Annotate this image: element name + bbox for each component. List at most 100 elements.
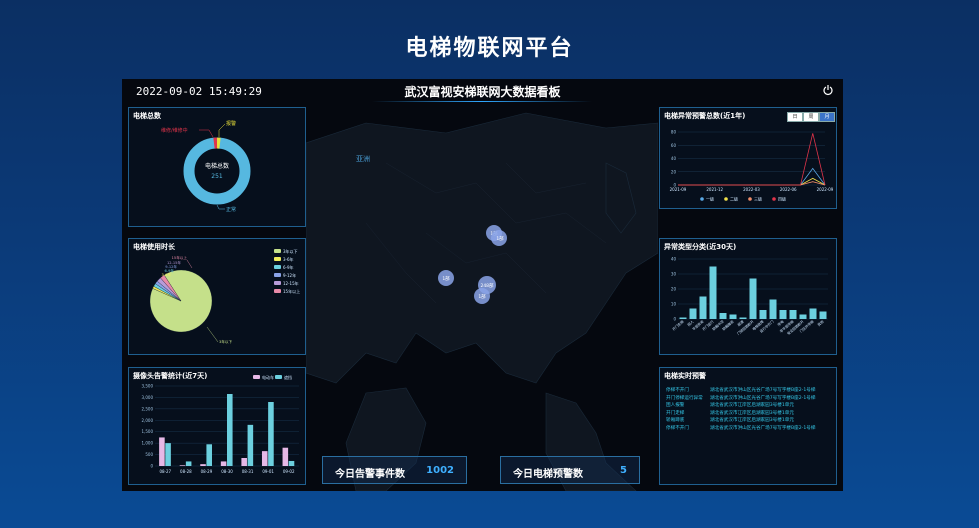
- list-item[interactable]: 困人报警 湖北省武汉市江岸区后湖家园3号楼1单元: [666, 403, 834, 409]
- y-tick-label: 80: [671, 130, 677, 135]
- legend-marker: [772, 197, 776, 201]
- y-tick-label: 3,000: [142, 395, 154, 400]
- y-tick-label: 1,500: [142, 429, 154, 434]
- x-tick-label: 其他: [816, 319, 825, 328]
- bar[interactable]: [689, 308, 697, 320]
- bar[interactable]: [709, 266, 717, 320]
- bar[interactable]: [739, 317, 747, 320]
- panel-anomaly-types: 异常类型分类(近30天) 0 10 20 30 40 开门走梯 困人 平层异常 开门运行 轿厢冲顶…: [659, 238, 837, 355]
- camera-alarm-chart: 0 500 1,000 1,500 2,000 2,500 3,000 3,500 08-27 0…: [142, 374, 299, 474]
- stat-value: 1002: [426, 465, 454, 476]
- alarm-desc: 湖北省武汉市江岸区后湖家园3号楼1单元: [710, 410, 794, 416]
- y-tick-label: 30: [671, 272, 677, 277]
- bar[interactable]: [220, 461, 227, 466]
- dashboard-screen: 亚洲 1部 1部 1部 248部 1部 2022: [122, 79, 843, 491]
- power-icon[interactable]: [822, 84, 834, 96]
- bar[interactable]: [282, 447, 289, 466]
- donut-center-label: 电梯总数: [205, 162, 229, 170]
- bar[interactable]: [247, 424, 254, 466]
- legend-marker: [724, 197, 728, 201]
- panel-realtime-alarm: 电梯实时预警 停梯不开门 湖北省武汉市洪山区光谷广场7号写字楼B座2-1号梯 开门…: [659, 367, 837, 485]
- donut-label-normal: 正常: [226, 206, 236, 213]
- anomaly-types-chart: 010203040开门走梯 困人平层异常开门运行轿厢冲顶轿厢蹲底 超速门锁回路断开电…: [671, 257, 828, 336]
- elevator-total-chart: 电梯总数 251 报警 维修/维修中 正常: [161, 120, 251, 213]
- y-tick-label: 3,500: [142, 384, 154, 389]
- panel-title: 电梯异常预警总数(近1年): [664, 112, 746, 120]
- bar[interactable]: [165, 443, 171, 466]
- dashboard-title: 武汉富视安梯联网大数据看板: [404, 85, 561, 99]
- list-item[interactable]: 停梯不开门 湖北省武汉市洪山区光谷广场7号写字楼B座2-1号梯: [666, 426, 834, 432]
- tab-month[interactable]: 月: [819, 112, 835, 122]
- world-map[interactable]: 亚洲 1部 1部 1部 248部 1部: [306, 103, 658, 491]
- bar[interactable]: [227, 394, 233, 466]
- alarm-desc: 湖北省武汉市洪山区光谷广场7号写字楼B座2-1号梯: [710, 395, 816, 401]
- legend-swatch: [275, 375, 282, 379]
- bar[interactable]: [679, 317, 687, 320]
- bar[interactable]: [819, 311, 827, 320]
- legend-swatch: [274, 289, 281, 293]
- map-cluster[interactable]: 1部: [438, 270, 454, 286]
- alarm-desc: 湖北省武汉市江岸区后湖家园3号楼1单元: [710, 418, 794, 423]
- y-tick-label: 2,000: [142, 418, 154, 423]
- bar[interactable]: [789, 310, 797, 319]
- map-cluster[interactable]: 1部: [474, 288, 490, 304]
- bar[interactable]: [206, 444, 212, 466]
- alarm-type: 轿厢蹲底: [666, 418, 685, 423]
- legend-swatch: [274, 265, 281, 269]
- anomaly-trend-chart: 0204060802021-09 2021-12 2022-03 2022-06 202…: [670, 130, 834, 202]
- bar[interactable]: [185, 461, 192, 466]
- bar[interactable]: [729, 314, 737, 320]
- y-tick-label: 20: [671, 287, 677, 292]
- bar[interactable]: [200, 464, 206, 466]
- panel-title: 异常类型分类(近30天): [664, 243, 737, 251]
- tab-day[interactable]: 日: [787, 112, 803, 122]
- bar[interactable]: [268, 402, 274, 466]
- map-cluster[interactable]: 1部: [491, 230, 507, 246]
- y-tick-label: 10: [671, 302, 677, 307]
- legend-label: 12-15年: [283, 280, 299, 286]
- legend-swatch: [274, 257, 281, 261]
- bar[interactable]: [759, 310, 767, 319]
- alarm-desc: 湖北省武汉市洪山区光谷广场7号写字楼B座2-1号梯: [710, 425, 816, 431]
- alarm-type: 停梯不开门: [666, 388, 689, 393]
- bar[interactable]: [779, 310, 787, 319]
- list-item[interactable]: 开门走梯 湖北省武汉市江岸区后湖家园3号楼1单元: [666, 411, 834, 417]
- legend-label: 电动车: [262, 374, 274, 380]
- series-line[interactable]: [678, 133, 826, 186]
- period-tabs: 日 周 月: [787, 112, 835, 122]
- bar[interactable]: [288, 460, 295, 466]
- series-line[interactable]: [678, 167, 826, 186]
- bar[interactable]: [749, 278, 757, 320]
- bar[interactable]: [241, 458, 247, 466]
- tab-week[interactable]: 周: [803, 112, 819, 122]
- legend-label: 三级: [754, 196, 762, 202]
- bar[interactable]: [719, 313, 727, 319]
- bar[interactable]: [261, 451, 268, 466]
- bar[interactable]: [809, 308, 817, 320]
- donut-normal[interactable]: [183, 137, 251, 205]
- elevator-usage-chart: 3年以下3-6年6-9年9-12年12-15年15年以上15年以上12-15年9…: [149, 248, 300, 344]
- x-tick-label: 08-28: [180, 469, 192, 474]
- slice-label: 3-6年: [162, 272, 172, 277]
- list-item[interactable]: 开门停梯运行异常 湖北省武汉市洪山区光谷广场7号写字楼B座2-1号梯: [666, 396, 834, 402]
- panel-title: 电梯使用时长: [133, 243, 175, 251]
- list-item[interactable]: 停梯不开门 湖北省武汉市洪山区光谷广场7号写字楼B座2-1号梯: [666, 388, 834, 394]
- legend-swatch: [274, 273, 281, 277]
- bar[interactable]: [699, 296, 707, 320]
- x-tick-label: 2022-09: [817, 187, 834, 192]
- list-item[interactable]: 轿厢蹲底 湖北省武汉市江岸区后湖家园3号楼1单元: [666, 418, 834, 424]
- alarm-type: 停梯不开门: [666, 425, 689, 431]
- bar[interactable]: [159, 437, 165, 466]
- bar[interactable]: [179, 465, 186, 466]
- stat-label: 今日告警事件数: [335, 469, 405, 480]
- panel-title: 电梯实时预警: [664, 372, 706, 380]
- x-tick-label: 08-30: [221, 469, 233, 474]
- panel-camera-alarm: 摄像头告警统计(近7天) 0 500 1,000 1,500 2,000 2,500 3,0…: [128, 367, 306, 485]
- legend-label: 一级: [706, 196, 714, 202]
- legend-swatch: [274, 249, 281, 253]
- bar[interactable]: [769, 299, 777, 320]
- alarm-desc: 湖北省武汉市洪山区光谷广场7号写字楼B座2-1号梯: [710, 388, 816, 393]
- bar[interactable]: [799, 314, 807, 320]
- panel-title: 电梯总数: [133, 112, 161, 120]
- y-tick-label: 0: [150, 464, 153, 469]
